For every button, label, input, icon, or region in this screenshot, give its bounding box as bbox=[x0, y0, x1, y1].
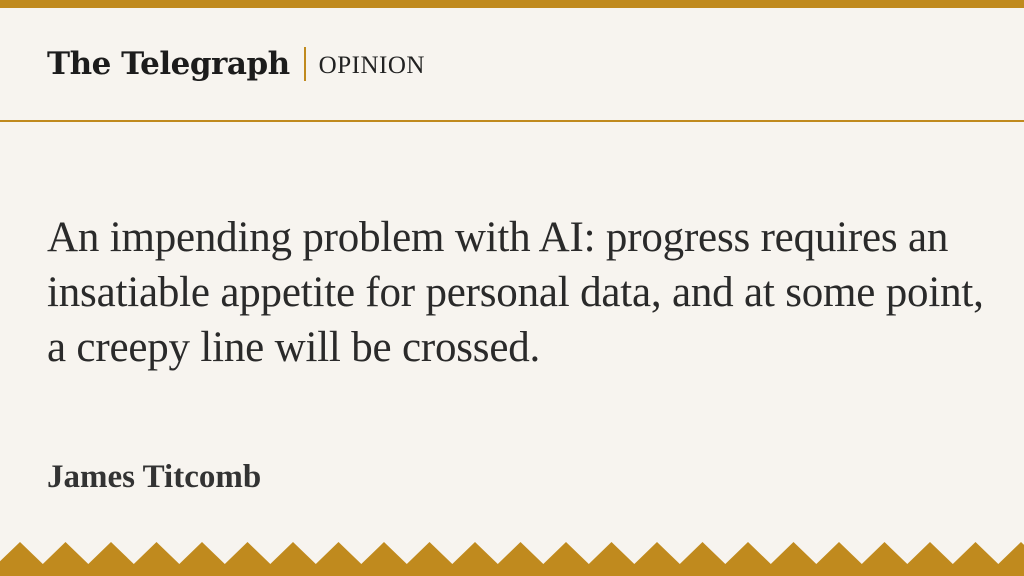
masthead-divider bbox=[303, 47, 306, 81]
masthead: The Telegraph OPINION bbox=[47, 44, 425, 84]
telegraph-logo[interactable]: The Telegraph bbox=[47, 44, 290, 84]
top-accent-bar bbox=[0, 0, 1024, 8]
header-rule bbox=[0, 120, 1024, 122]
zigzag-border bbox=[0, 542, 1024, 576]
headline: An impending problem with AI: progress r… bbox=[47, 214, 984, 371]
header: The Telegraph OPINION bbox=[0, 8, 1024, 120]
author-byline[interactable]: James Titcomb bbox=[47, 457, 261, 497]
section-label[interactable]: OPINION bbox=[319, 43, 425, 86]
